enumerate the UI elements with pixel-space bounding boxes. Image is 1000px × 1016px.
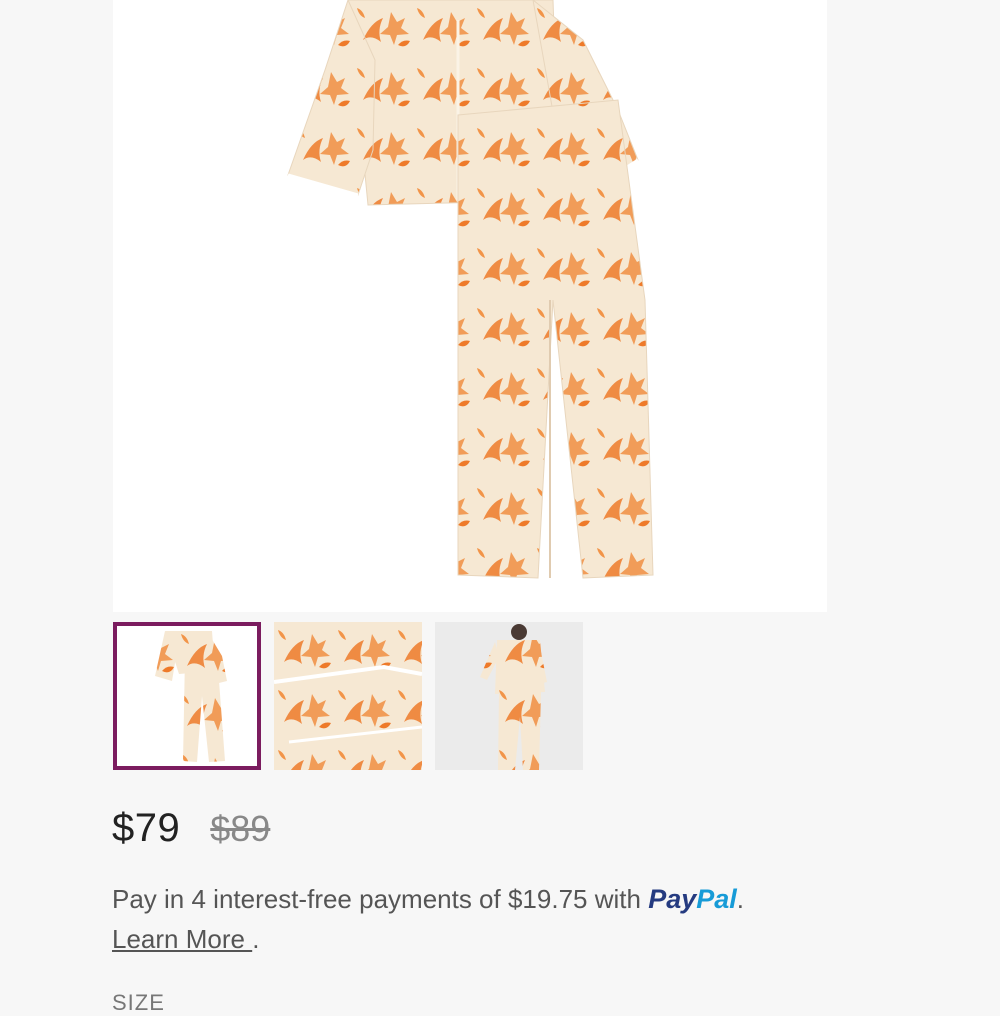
- fabric-closeup-thumbnail: [274, 622, 422, 770]
- thumbnail-3[interactable]: [435, 622, 583, 770]
- price-row: $79 $89: [112, 806, 270, 866]
- original-price: $89: [210, 808, 271, 849]
- thumbnail-2[interactable]: [274, 622, 422, 770]
- pajama-flatlay-thumbnail: [117, 626, 257, 766]
- learn-more-link[interactable]: Learn More: [112, 924, 252, 954]
- thumbnail-1-selected[interactable]: [113, 622, 261, 770]
- current-price: $79: [112, 806, 181, 850]
- main-product-image[interactable]: [113, 0, 827, 612]
- pajama-set-illustration: [287, 0, 654, 579]
- learn-more-row: Learn More .: [112, 924, 260, 954]
- paypal-logo: PayPal: [648, 884, 737, 914]
- size-label: SIZE: [112, 990, 165, 1015]
- installments-label: Pay in 4 interest-free payments of $19.7…: [112, 884, 649, 914]
- model-wearing-thumbnail: [435, 622, 583, 770]
- paypal-installments-text: Pay in 4 interest-free payments of $19.7…: [112, 884, 744, 914]
